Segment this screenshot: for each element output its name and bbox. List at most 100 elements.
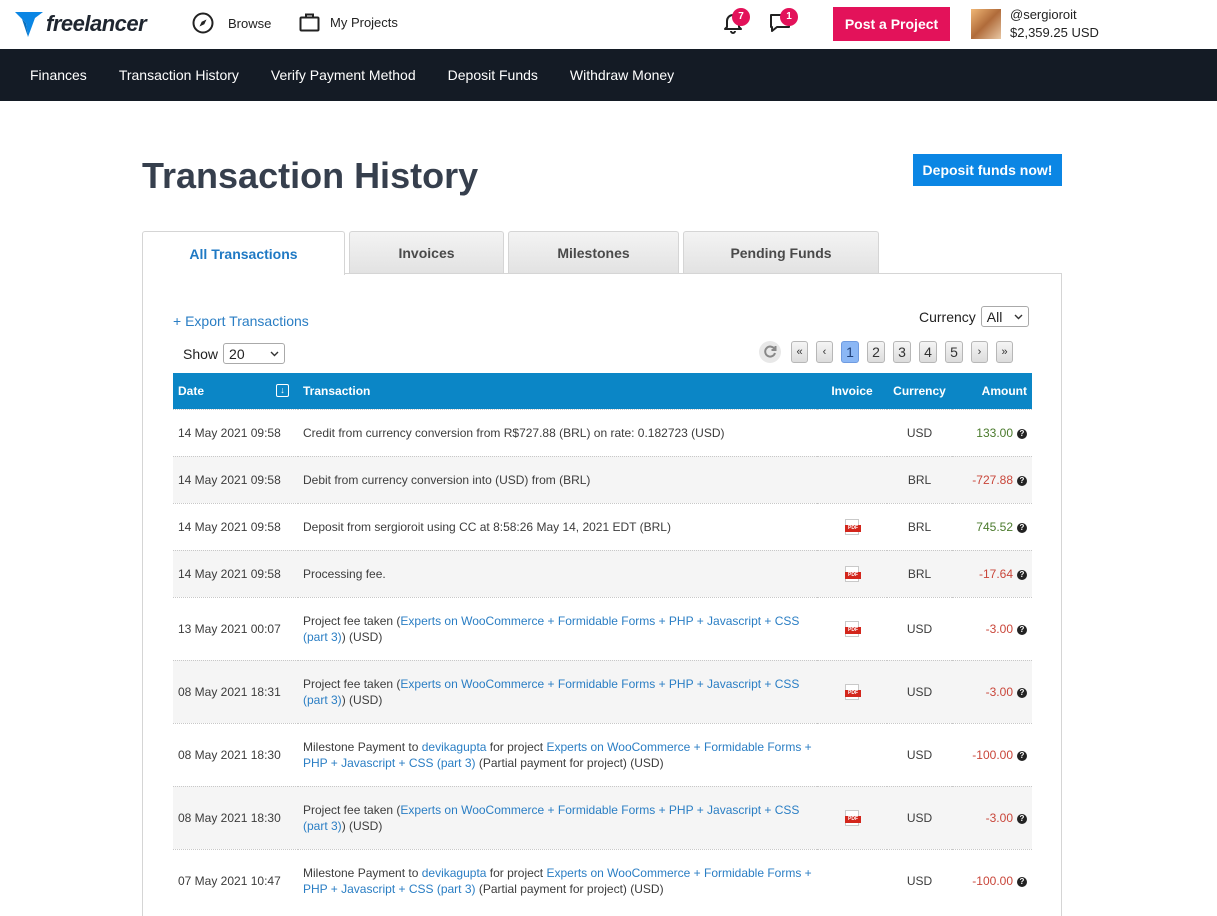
row-date: 14 May 2021 09:58 [178, 425, 281, 440]
page-title: Transaction History [142, 155, 479, 196]
col-currency: Currency [893, 383, 946, 398]
help-icon[interactable]: ? [1017, 475, 1027, 486]
help-icon[interactable]: ? [1017, 687, 1027, 698]
notifications-button[interactable]: 7 [723, 8, 750, 39]
transactions-body: 14 May 2021 09:58 Credit from currency co… [173, 409, 1032, 912]
row-amount: -3.00? [952, 597, 1032, 660]
tab-all-transactions[interactable]: All Transactions [142, 231, 345, 275]
transaction-link[interactable]: devikagupta [422, 740, 487, 754]
show-count: Show 20 [183, 343, 286, 364]
refresh-button[interactable] [759, 341, 781, 363]
amount-value: -727.88 [972, 472, 1013, 487]
row-transaction: Deposit from sergioroit using CC at 8:58… [298, 503, 817, 550]
amount-value: -17.64 [978, 566, 1013, 581]
help-icon[interactable]: ? [1017, 624, 1027, 635]
finance-subnav: Finances Transaction History Verify Paym… [0, 49, 1217, 101]
pdf-invoice-icon[interactable]: PDF [845, 683, 861, 700]
row-invoice: PDF [817, 660, 887, 723]
row-currency: USD [906, 621, 933, 636]
transaction-text: Project fee taken ( [303, 613, 401, 628]
tab-pending-funds[interactable]: Pending Funds [683, 231, 879, 274]
account-balance: $2,359.25 USD [1010, 25, 1099, 40]
transaction-text: Project fee taken ( [303, 802, 401, 817]
transaction-link[interactable]: devikagupta [422, 866, 487, 880]
subnav-verify-payment-method[interactable]: Verify Payment Method [271, 67, 416, 83]
help-icon[interactable]: ? [1017, 569, 1027, 580]
col-date[interactable]: Date ↓ [173, 373, 298, 409]
table-row: 13 May 2021 00:07 Project fee taken (Expe… [173, 597, 1032, 660]
page-button-4[interactable]: 4 [919, 341, 937, 363]
post-project-button[interactable]: Post a Project [833, 7, 950, 41]
tab-invoices[interactable]: Invoices [349, 231, 504, 274]
row-invoice [817, 849, 887, 912]
export-transactions-link[interactable]: + Export Transactions [173, 313, 309, 329]
row-transaction: Credit from currency conversion from R$7… [298, 409, 817, 456]
amount-value: -100.00 [972, 747, 1013, 762]
briefcase-icon [299, 12, 320, 33]
row-invoice [817, 409, 887, 456]
row-date: 14 May 2021 09:58 [178, 566, 281, 581]
pdf-invoice-icon[interactable]: PDF [845, 518, 861, 535]
prev-page-button[interactable]: ‹ [816, 341, 833, 363]
pdf-invoice-icon[interactable]: PDF [845, 565, 861, 582]
col-amount: Amount [981, 383, 1027, 398]
help-icon[interactable]: ? [1017, 813, 1027, 824]
first-page-button[interactable]: « [791, 341, 808, 363]
row-amount: -3.00? [952, 660, 1032, 723]
last-page-button[interactable]: » [996, 341, 1013, 363]
transaction-text: ) (USD) [341, 629, 383, 644]
next-page-button[interactable]: › [971, 341, 988, 363]
row-date: 14 May 2021 09:58 [178, 519, 281, 534]
sort-down-icon[interactable]: ↓ [276, 383, 289, 397]
chevron-down-icon [1014, 314, 1023, 319]
pagination: « ‹ 1 2 3 4 5 › » [759, 341, 1013, 363]
help-icon[interactable]: ? [1017, 750, 1027, 761]
pdf-invoice-icon[interactable]: PDF [845, 620, 861, 637]
col-date-label: Date [178, 383, 205, 398]
deposit-funds-button[interactable]: Deposit funds now! [913, 154, 1062, 186]
avatar[interactable] [971, 9, 1001, 39]
freelancer-logo[interactable]: freelancer [14, 7, 147, 41]
row-amount: 745.52? [952, 503, 1032, 550]
user-menu[interactable]: @sergioroit $2,359.25 USD [1010, 6, 1099, 42]
page-button-5[interactable]: 5 [945, 341, 963, 363]
subnav-finances[interactable]: Finances [30, 67, 87, 83]
transaction-text: Credit from currency conversion from R$7… [303, 425, 725, 440]
help-icon[interactable]: ? [1017, 876, 1027, 887]
row-currency: USD [906, 810, 933, 825]
currency-select-value: All [986, 308, 1003, 325]
bird-logo-icon [15, 12, 43, 37]
row-amount: -727.88? [952, 456, 1032, 503]
pdf-invoice-icon[interactable]: PDF [845, 809, 861, 826]
tab-milestones[interactable]: Milestones [508, 231, 679, 274]
page-button-3[interactable]: 3 [893, 341, 911, 363]
messages-button[interactable]: 1 [769, 8, 798, 39]
subnav-withdraw-money[interactable]: Withdraw Money [570, 67, 674, 83]
amount-value: -3.00 [985, 621, 1013, 636]
transaction-text: (Partial payment for project) (USD) [475, 755, 664, 770]
subnav-deposit-funds[interactable]: Deposit Funds [448, 67, 538, 83]
row-date: 14 May 2021 09:58 [178, 472, 281, 487]
currency-select[interactable]: All [980, 306, 1029, 327]
row-transaction: Milestone Payment to devikagupta for pro… [298, 849, 817, 912]
page-button-2[interactable]: 2 [867, 341, 885, 363]
row-currency: USD [906, 873, 933, 888]
table-row: 14 May 2021 09:58 Credit from currency co… [173, 409, 1032, 456]
browse-link[interactable]: Browse [192, 12, 271, 34]
row-date: 08 May 2021 18:31 [178, 684, 281, 699]
my-projects-link[interactable]: My Projects [299, 12, 398, 33]
transaction-text: ) (USD) [341, 692, 383, 707]
row-amount: -100.00? [952, 849, 1032, 912]
row-invoice [817, 456, 887, 503]
subnav-transaction-history[interactable]: Transaction History [119, 67, 239, 83]
page-button-1[interactable]: 1 [841, 341, 859, 363]
row-transaction: Project fee taken (Experts on WooCommerc… [298, 597, 817, 660]
row-currency: BRL [907, 472, 932, 487]
amount-value: -100.00 [972, 873, 1013, 888]
row-currency: BRL [907, 519, 932, 534]
help-icon[interactable]: ? [1017, 522, 1027, 533]
show-select[interactable]: 20 [223, 343, 286, 364]
help-icon[interactable]: ? [1017, 428, 1027, 439]
row-currency: USD [906, 747, 933, 762]
transactions-panel: + Export Transactions Currency All Show … [142, 273, 1062, 916]
